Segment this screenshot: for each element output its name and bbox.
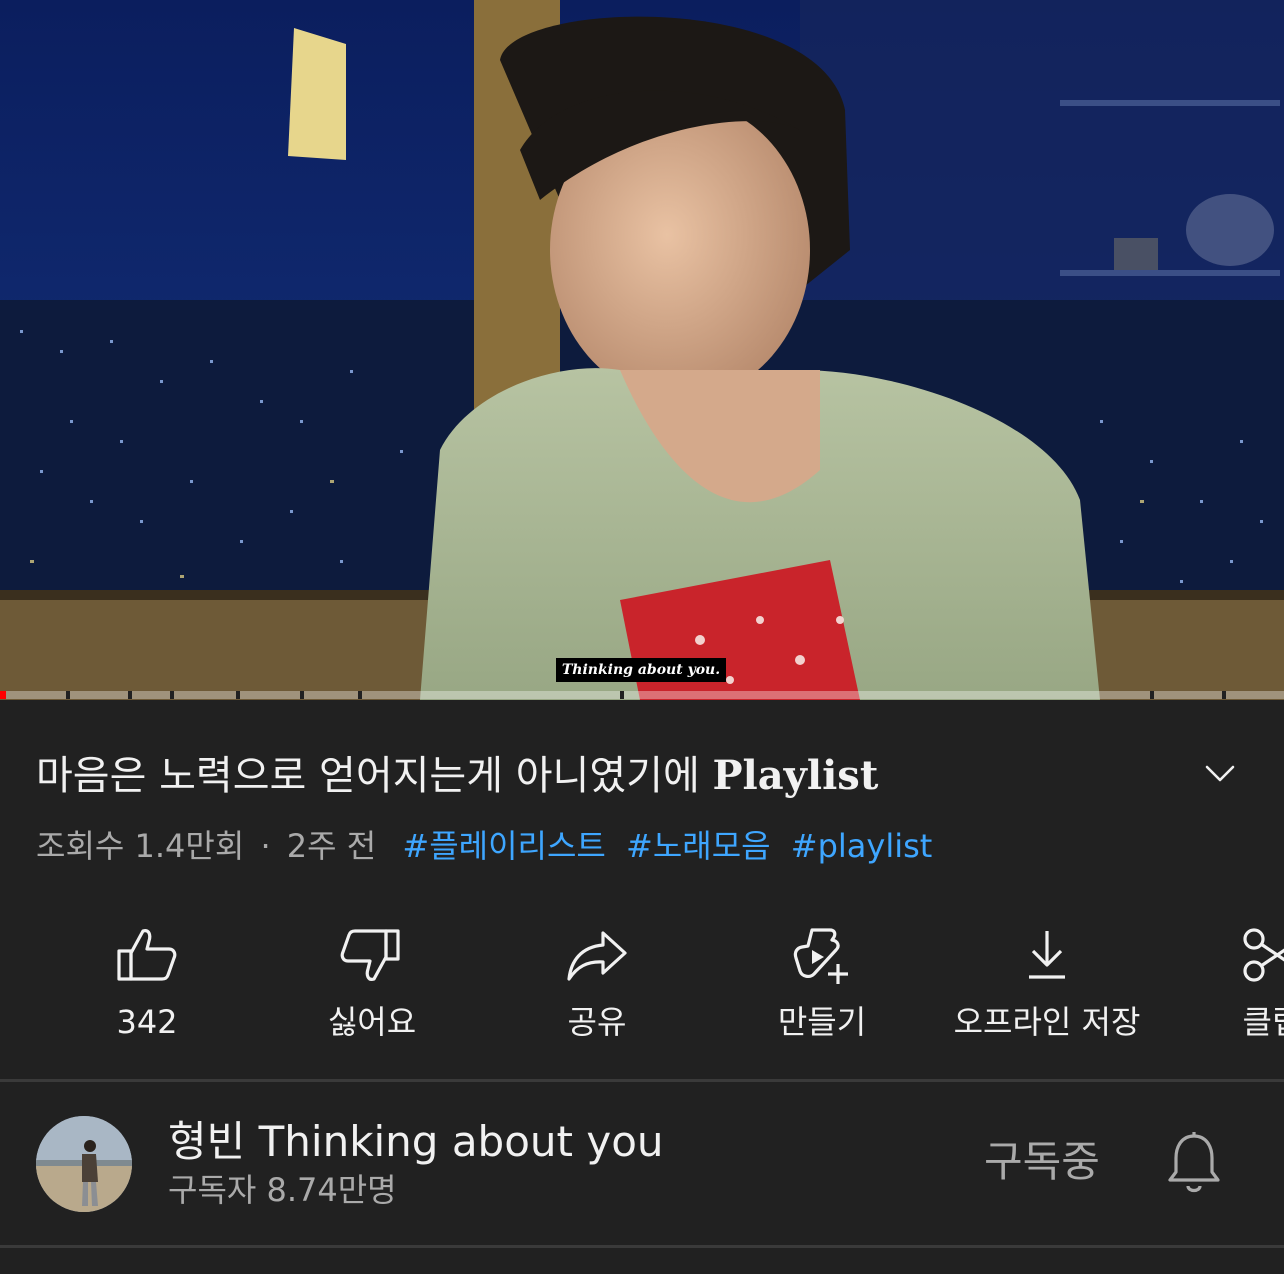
thumbs-up-icon	[117, 929, 177, 981]
download-label: 오프라인 저장	[953, 1003, 1141, 1041]
video-meta: 조회수 1.4만회 · 2주 전 #플레이리스트 #노래모음 #playlist	[36, 824, 942, 868]
scissors-icon	[1243, 928, 1284, 982]
share-button[interactable]: 공유	[487, 920, 707, 1050]
chapter-marker	[620, 691, 624, 699]
share-icon	[567, 931, 627, 981]
video-title[interactable]: 마음은 노력으로 얻어지는게 아니였기에 Playlist	[36, 748, 1166, 804]
chapter-marker	[128, 691, 132, 699]
video-title-english: Playlist	[712, 752, 879, 799]
notification-bell-button[interactable]	[1164, 1130, 1224, 1196]
remix-create-icon	[793, 928, 848, 984]
video-caption: Thinking about you.	[556, 658, 726, 682]
dislike-label: 싫어요	[327, 1003, 417, 1041]
thumbs-down-icon	[340, 929, 400, 981]
meta-separator: ·	[260, 827, 271, 865]
dislike-button[interactable]: 싫어요	[262, 920, 482, 1050]
subscribed-button[interactable]: 구독중	[984, 1134, 1100, 1190]
video-title-korean: 마음은 노력으로 얻어지는게 아니였기에	[36, 753, 700, 799]
hashtag-link[interactable]: #노래모음	[626, 827, 771, 865]
chapter-marker	[358, 691, 362, 699]
video-frame-thumbnail	[0, 0, 1284, 700]
create-label: 만들기	[777, 1003, 867, 1041]
divider	[0, 1245, 1284, 1248]
divider	[0, 1079, 1284, 1082]
view-count: 조회수 1.4만회	[36, 827, 245, 865]
avatar-image	[36, 1116, 132, 1212]
download-icon	[1029, 931, 1065, 979]
chapter-marker	[66, 691, 70, 699]
hashtag-link[interactable]: #플레이리스트	[402, 827, 605, 865]
channel-name[interactable]: 형빈 Thinking about you	[168, 1114, 664, 1170]
chapter-marker	[236, 691, 240, 699]
video-player[interactable]: Thinking about you.	[0, 0, 1284, 700]
expand-description-button[interactable]	[1196, 750, 1244, 798]
video-progress-bar[interactable]	[0, 691, 1284, 699]
like-button[interactable]: 342	[37, 920, 257, 1050]
bell-icon	[1168, 1132, 1220, 1193]
chapter-marker	[1222, 691, 1226, 699]
channel-avatar[interactable]	[36, 1116, 132, 1212]
chapter-marker	[1150, 691, 1154, 699]
create-button[interactable]: 만들기	[712, 920, 932, 1050]
action-bar: 342 싫어요 공유 만들기 오프라인 저장 클	[0, 920, 1284, 1050]
subscriber-count: 구독자 8.74만명	[168, 1171, 397, 1209]
chevron-down-icon	[1205, 765, 1235, 782]
chapter-marker	[170, 691, 174, 699]
chapter-marker	[300, 691, 304, 699]
download-button[interactable]: 오프라인 저장	[937, 920, 1157, 1050]
progress-fill	[0, 691, 7, 699]
like-count: 342	[116, 1003, 178, 1041]
clip-label: 클립	[1242, 1003, 1284, 1041]
hashtag-link[interactable]: #playlist	[791, 827, 933, 865]
clip-button[interactable]: 클립	[1162, 920, 1284, 1050]
share-label: 공유	[567, 1003, 627, 1041]
upload-age: 2주 전	[286, 827, 377, 865]
